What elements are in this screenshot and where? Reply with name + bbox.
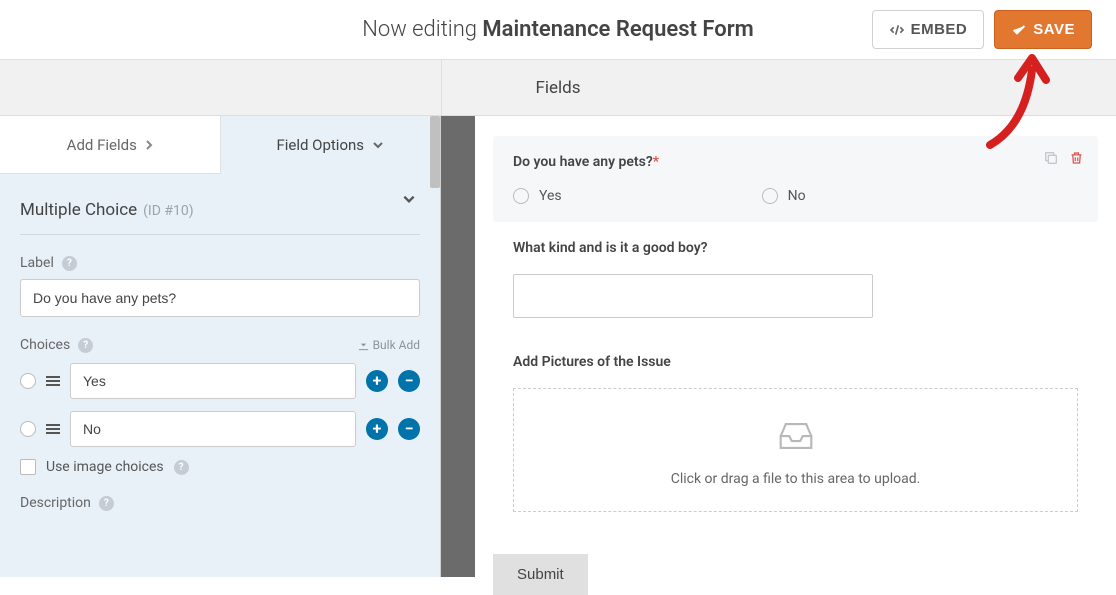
required-asterisk: * xyxy=(653,154,659,170)
editing-title: Now editing Maintenance Request Form xyxy=(362,17,754,42)
drag-handle-icon[interactable] xyxy=(46,376,60,386)
field-type-title: Multiple Choice xyxy=(20,200,137,220)
editing-prefix: Now editing xyxy=(362,17,482,42)
radio-option-yes[interactable]: Yes xyxy=(513,188,562,204)
tab-add-fields-label: Add Fields xyxy=(67,136,137,154)
embed-button[interactable]: EMBED xyxy=(872,10,985,49)
radio-icon xyxy=(513,188,529,204)
help-icon[interactable]: ? xyxy=(62,256,77,271)
add-choice-button[interactable]: + xyxy=(366,418,388,440)
inbox-icon xyxy=(775,419,817,453)
choice-input[interactable] xyxy=(70,411,356,447)
save-button[interactable]: SAVE xyxy=(994,10,1092,49)
field-id: (ID #10) xyxy=(143,203,194,219)
sidebar-scrollbar[interactable] xyxy=(430,116,440,188)
save-label: SAVE xyxy=(1033,21,1075,38)
choice-row: + − xyxy=(20,363,420,399)
tab-add-fields[interactable]: Add Fields xyxy=(0,116,221,174)
remove-choice-button[interactable]: − xyxy=(398,418,420,440)
choice-default-radio[interactable] xyxy=(20,421,36,437)
image-choices-label: Use image choices xyxy=(46,459,164,475)
form-canvas: Do you have any pets?* Yes No What kind … xyxy=(475,116,1116,577)
question-label: Do you have any pets?* xyxy=(513,154,1078,170)
question-label: What kind and is it a good boy? xyxy=(513,240,1078,256)
divider xyxy=(441,60,442,115)
radio-icon xyxy=(762,188,778,204)
code-icon xyxy=(889,22,905,38)
tab-field-options-label: Field Options xyxy=(276,136,364,154)
bulk-add-link[interactable]: Bulk Add xyxy=(358,338,420,352)
radio-option-no[interactable]: No xyxy=(762,188,806,204)
radio-label: No xyxy=(788,188,806,204)
form-name: Maintenance Request Form xyxy=(482,17,753,42)
top-bar: Now editing Maintenance Request Form EMB… xyxy=(0,0,1116,60)
form-field-pets[interactable]: Do you have any pets?* Yes No xyxy=(493,136,1098,222)
form-field-pet-kind[interactable]: What kind and is it a good boy? xyxy=(493,222,1098,336)
choice-default-radio[interactable] xyxy=(20,373,36,389)
trash-icon[interactable] xyxy=(1069,150,1084,166)
preview-gutter xyxy=(441,116,475,577)
help-icon[interactable]: ? xyxy=(99,496,114,511)
duplicate-icon[interactable] xyxy=(1043,150,1059,166)
question-label: Add Pictures of the Issue xyxy=(513,354,1078,370)
help-icon[interactable]: ? xyxy=(78,338,93,353)
sidebar: Add Fields Field Options Multiple Choice… xyxy=(0,116,441,577)
choice-row: + − xyxy=(20,411,420,447)
chevron-down-icon xyxy=(372,141,384,149)
submit-button[interactable]: Submit xyxy=(493,554,588,595)
remove-choice-button[interactable]: − xyxy=(398,370,420,392)
add-choice-button[interactable]: + xyxy=(366,370,388,392)
check-icon xyxy=(1011,22,1027,38)
fields-tab-label: Fields xyxy=(535,78,580,98)
help-icon[interactable]: ? xyxy=(174,460,189,475)
label-caption: Label ? xyxy=(20,255,420,271)
download-icon xyxy=(358,340,369,351)
radio-label: Yes xyxy=(539,188,562,204)
choice-input[interactable] xyxy=(70,363,356,399)
choices-caption: Choices ? xyxy=(20,337,93,353)
secondary-bar: Fields xyxy=(0,60,1116,116)
image-choices-option[interactable]: Use image choices ? xyxy=(20,459,420,475)
checkbox[interactable] xyxy=(20,459,36,475)
label-input[interactable] xyxy=(20,279,420,317)
chevron-down-icon xyxy=(402,194,416,204)
text-input[interactable] xyxy=(513,274,873,318)
chevron-right-icon xyxy=(145,139,153,151)
description-caption: Description ? xyxy=(20,495,420,511)
field-options-header[interactable]: Multiple Choice (ID #10) xyxy=(20,192,420,235)
upload-message: Click or drag a file to this area to upl… xyxy=(534,471,1057,487)
drag-handle-icon[interactable] xyxy=(46,424,60,434)
form-field-upload[interactable]: Add Pictures of the Issue Click or drag … xyxy=(493,336,1098,530)
tab-field-options[interactable]: Field Options xyxy=(221,116,441,174)
embed-label: EMBED xyxy=(911,21,968,38)
upload-dropzone[interactable]: Click or drag a file to this area to upl… xyxy=(513,388,1078,512)
